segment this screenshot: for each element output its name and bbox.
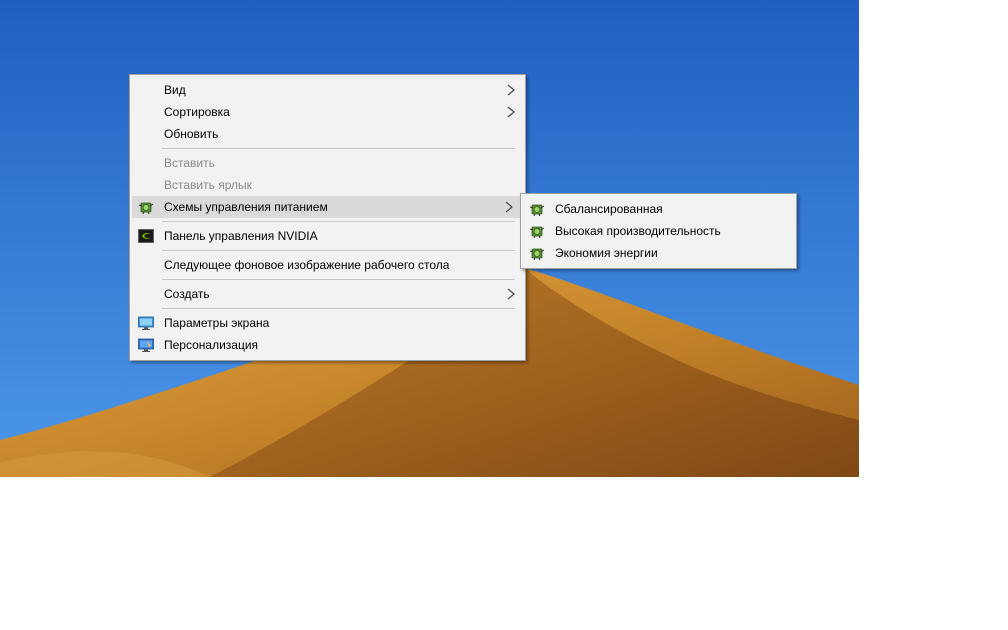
menu-separator bbox=[162, 221, 515, 222]
menu-item-refresh[interactable]: Обновить bbox=[130, 123, 525, 145]
menu-item-label: Вставить ярлык bbox=[164, 178, 252, 192]
menu-item-power-plans[interactable]: Схемы управления питанием bbox=[132, 196, 523, 218]
menu-item-next-background[interactable]: Следующее фоновое изображение рабочего с… bbox=[130, 254, 525, 276]
menu-item-label: Панель управления NVIDIA bbox=[164, 229, 318, 243]
menu-item-paste-shortcut: Вставить ярлык bbox=[130, 174, 525, 196]
power-plans-submenu: Сбалансированная Высокая производительно… bbox=[520, 193, 797, 269]
menu-item-label: Вид bbox=[164, 83, 186, 97]
power-plan-icon bbox=[529, 226, 545, 239]
menu-item-nvidia-control-panel[interactable]: Панель управления NVIDIA bbox=[130, 225, 525, 247]
power-plan-icon bbox=[529, 204, 545, 217]
menu-item-display-settings[interactable]: Параметры экрана bbox=[130, 312, 525, 334]
menu-separator bbox=[162, 308, 515, 309]
menu-item-label: Сортировка bbox=[164, 105, 230, 119]
menu-item-personalization[interactable]: Персонализация bbox=[130, 334, 525, 356]
chevron-right-icon bbox=[505, 201, 513, 213]
menu-item-label: Следующее фоновое изображение рабочего с… bbox=[164, 258, 450, 272]
menu-item-label: Схемы управления питанием bbox=[164, 200, 328, 214]
chevron-right-icon bbox=[507, 106, 515, 118]
menu-item-view[interactable]: Вид bbox=[130, 79, 525, 101]
menu-item-new[interactable]: Создать bbox=[130, 283, 525, 305]
menu-item-sort[interactable]: Сортировка bbox=[130, 101, 525, 123]
menu-separator bbox=[162, 250, 515, 251]
menu-item-label: Вставить bbox=[164, 156, 215, 170]
menu-item-label: Персонализация bbox=[164, 338, 259, 352]
submenu-item-label: Сбалансированная bbox=[555, 202, 663, 216]
menu-item-label: Параметры экрана bbox=[164, 316, 270, 330]
chevron-right-icon bbox=[507, 84, 515, 96]
submenu-item-high-performance[interactable]: Высокая производительность bbox=[521, 220, 796, 242]
menu-item-label: Создать bbox=[164, 287, 210, 301]
menu-separator bbox=[162, 279, 515, 280]
desktop-context-menu: Вид Сортировка Обновить Вставить Вставит… bbox=[129, 74, 526, 361]
submenu-item-label: Высокая производительность bbox=[555, 224, 721, 238]
power-plan-icon bbox=[138, 202, 154, 215]
chevron-right-icon bbox=[507, 288, 515, 300]
nvidia-icon bbox=[138, 229, 154, 243]
menu-item-label: Обновить bbox=[164, 127, 219, 141]
submenu-item-power-saver[interactable]: Экономия энергии bbox=[521, 242, 796, 264]
menu-separator bbox=[162, 148, 515, 149]
menu-item-paste: Вставить bbox=[130, 152, 525, 174]
display-settings-icon bbox=[138, 316, 154, 330]
power-plan-icon bbox=[529, 248, 545, 261]
personalization-icon bbox=[138, 338, 154, 352]
submenu-item-balanced[interactable]: Сбалансированная bbox=[521, 198, 796, 220]
submenu-item-label: Экономия энергии bbox=[555, 246, 658, 260]
